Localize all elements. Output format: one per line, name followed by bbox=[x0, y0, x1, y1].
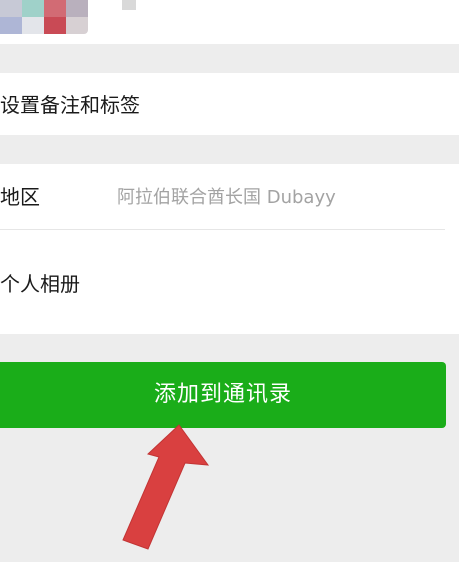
region-value: 阿拉伯联合酋长国 Dubayy bbox=[117, 187, 336, 208]
remark-and-tags-label: 设置备注和标签 bbox=[0, 93, 140, 117]
profile-detail-mark bbox=[122, 0, 136, 10]
arrow-shape bbox=[122, 424, 210, 550]
contact-profile-screen: 设置备注和标签 地区 阿拉伯联合酋长国 Dubayy 个人相册 添加到通讯录 bbox=[0, 0, 459, 562]
add-to-contacts-button[interactable]: 添加到通讯录 bbox=[0, 362, 446, 428]
region-row: 地区 阿拉伯联合酋长国 Dubayy bbox=[0, 164, 459, 230]
region-label: 地区 bbox=[0, 185, 40, 209]
personal-album-row[interactable]: 个人相册 bbox=[0, 230, 459, 334]
personal-album-label: 个人相册 bbox=[0, 272, 80, 296]
avatar[interactable] bbox=[0, 0, 88, 34]
profile-header bbox=[0, 0, 459, 44]
